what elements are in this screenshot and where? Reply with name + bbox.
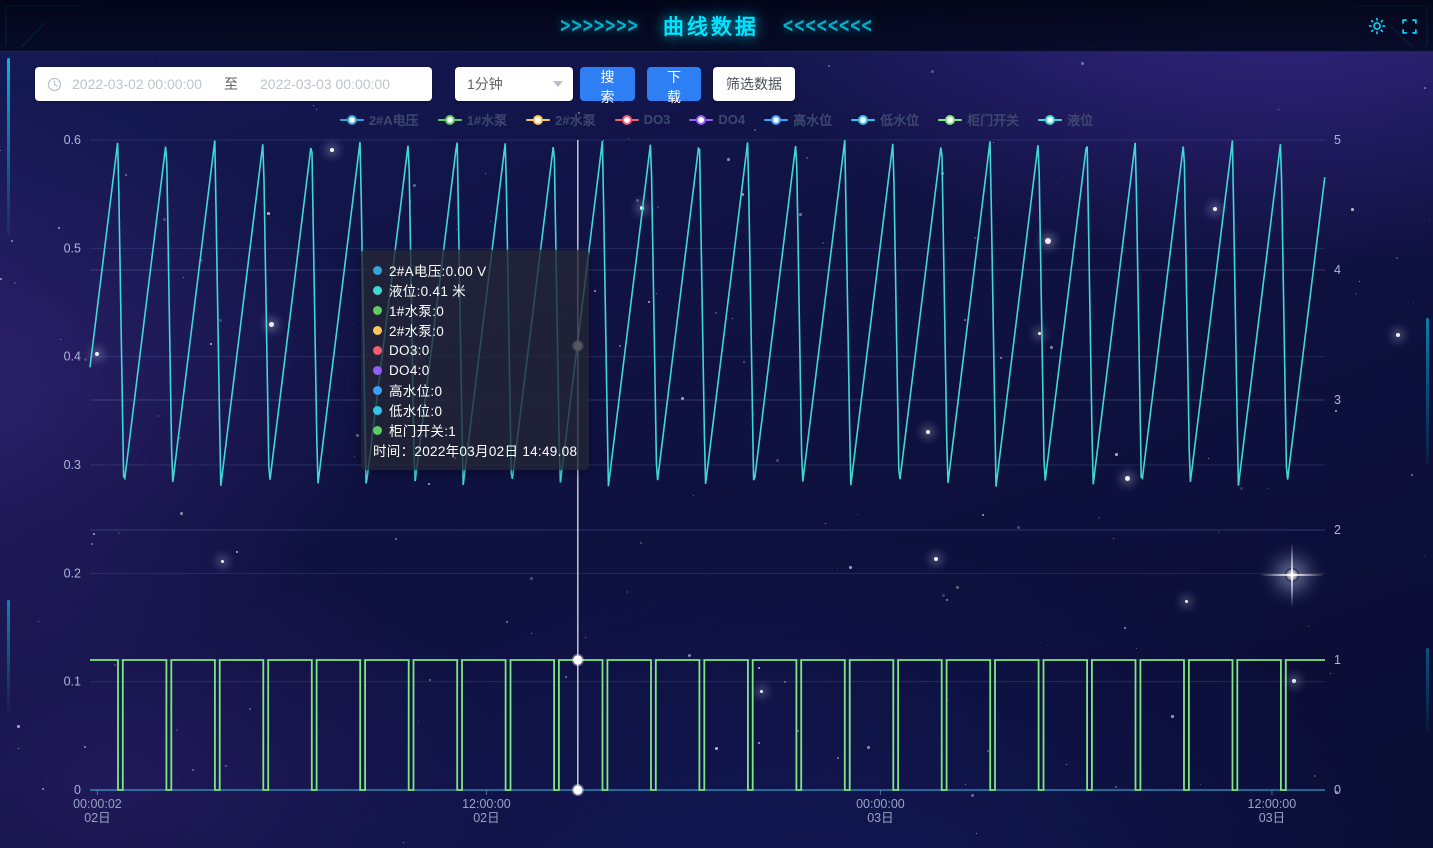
tooltip-row: DO3:0: [373, 340, 577, 360]
series-color-dot: [373, 426, 382, 435]
edge-accent-left-lower: [7, 600, 10, 712]
y-axis-right-label: 0: [1334, 783, 1341, 797]
series-color-dot: [373, 326, 382, 335]
series-line-液位: [90, 140, 1325, 487]
y-axis-right-label: 3: [1334, 393, 1341, 407]
legend-marker-icon: [1038, 115, 1062, 125]
app-root: >>>>>>> 曲线数据 <<<<<<<<: [0, 0, 1433, 848]
legend-label: 2#水泵: [555, 110, 595, 129]
legend-marker-icon: [764, 115, 788, 125]
legend-marker-icon: [438, 115, 462, 125]
legend-label: 液位: [1067, 110, 1093, 129]
legend-label: 2#A电压: [369, 110, 419, 129]
header: >>>>>>> 曲线数据 <<<<<<<<: [0, 0, 1433, 52]
y-axis-left-label: 0.1: [64, 675, 81, 689]
search-button[interactable]: 搜索: [580, 67, 635, 101]
series-color-dot: [373, 306, 382, 315]
tooltip-row: 时间：2022年03月02日 14:49.08: [373, 440, 577, 460]
legend-label: 高水位: [793, 110, 832, 129]
start-datetime-value[interactable]: 2022-03-02 00:00:00: [72, 76, 202, 92]
legend-label: DO3: [644, 112, 671, 127]
chevron-down-icon: [553, 81, 563, 87]
x-axis-date-label: 03日: [867, 811, 893, 825]
chart-legend: 2#A电压 1#水泵 2#水泵 DO3 DO4 高水位 低水位 柜门开关 液位: [0, 110, 1433, 129]
series-color-dot: [373, 386, 382, 395]
series-color-dot: [373, 366, 382, 375]
legend-marker-icon: [689, 115, 713, 125]
tooltip-row: 液位:0.41 米: [373, 280, 577, 300]
y-axis-left-label: 0.6: [64, 133, 81, 147]
legend-label: 柜门开关: [967, 110, 1019, 129]
chart-tooltip: 2#A电压:0.00 V液位:0.41 米1#水泵:02#水泵:0DO3:0DO…: [361, 250, 589, 470]
legend-item-2#水泵[interactable]: 2#水泵: [526, 110, 595, 129]
legend-item-DO3[interactable]: DO3: [615, 112, 671, 127]
edge-accent-right-upper: [1426, 318, 1429, 464]
interval-select[interactable]: 1分钟: [455, 67, 573, 101]
legend-marker-icon: [526, 115, 550, 125]
header-icons: [1367, 0, 1419, 52]
legend-label: 1#水泵: [467, 110, 507, 129]
series-color-dot: [373, 266, 382, 275]
x-axis-time-label: 12:00:00: [462, 797, 511, 811]
interval-select-value: 1分钟: [467, 74, 553, 94]
legend-marker-icon: [340, 115, 364, 125]
legend-marker-icon: [615, 115, 639, 125]
series-line-柜门开关: [90, 660, 1325, 790]
crosshair-point: [573, 785, 582, 794]
legend-item-1#水泵[interactable]: 1#水泵: [438, 110, 507, 129]
y-axis-left-label: 0: [74, 783, 81, 797]
toolbar: 2022-03-02 00:00:00 至 2022-03-03 00:00:0…: [35, 67, 795, 101]
series-color-dot: [373, 286, 382, 295]
x-axis-time-label: 12:00:00: [1248, 797, 1297, 811]
legend-item-液位[interactable]: 液位: [1038, 110, 1093, 129]
y-axis-left-label: 0.5: [64, 241, 81, 255]
y-axis-left-label: 0.2: [64, 566, 81, 580]
y-axis-right-label: 1: [1334, 653, 1341, 667]
x-axis-date-label: 02日: [84, 811, 110, 825]
legend-label: DO4: [718, 112, 745, 127]
series-color-dot: [373, 406, 382, 415]
x-axis-date-label: 02日: [473, 811, 499, 825]
page-title: 曲线数据: [663, 11, 759, 41]
tooltip-row: 高水位:0: [373, 380, 577, 400]
y-axis-right-label: 4: [1334, 263, 1341, 277]
edge-accent-left-upper: [7, 58, 10, 236]
legend-item-柜门开关[interactable]: 柜门开关: [938, 110, 1019, 129]
y-axis-left-label: 0.4: [64, 350, 81, 364]
date-range-picker[interactable]: 2022-03-02 00:00:00 至 2022-03-03 00:00:0…: [35, 67, 432, 101]
title-left-chevrons: >>>>>>>: [560, 13, 639, 39]
legend-label: 低水位: [880, 110, 919, 129]
legend-marker-icon: [938, 115, 962, 125]
x-axis-time-label: 00:00:02: [73, 797, 122, 811]
legend-item-2#A电压[interactable]: 2#A电压: [340, 110, 419, 129]
edge-accent-right-lower: [1426, 648, 1429, 734]
download-button[interactable]: 下载: [647, 67, 701, 101]
legend-item-高水位[interactable]: 高水位: [764, 110, 832, 129]
y-axis-right-label: 5: [1334, 133, 1341, 147]
x-axis-date-label: 03日: [1259, 811, 1285, 825]
range-separator: 至: [224, 74, 238, 94]
star-flare: [1260, 543, 1324, 607]
tooltip-row: 柜门开关:1: [373, 420, 577, 440]
series-color-dot: [373, 346, 382, 355]
clock-icon: [47, 77, 62, 92]
tooltip-row: 2#水泵:0: [373, 320, 577, 340]
tooltip-row: 2#A电压:0.00 V: [373, 260, 577, 280]
tooltip-row: 1#水泵:0: [373, 300, 577, 320]
tooltip-row: DO4:0: [373, 360, 577, 380]
tooltip-row: 低水位:0: [373, 400, 577, 420]
crosshair-point: [573, 655, 582, 664]
y-axis-right-label: 2: [1334, 523, 1341, 537]
settings-icon[interactable]: [1367, 16, 1387, 36]
legend-marker-icon: [851, 115, 875, 125]
x-axis-time-label: 00:00:00: [856, 797, 905, 811]
title-right-chevrons: <<<<<<<<: [783, 13, 873, 39]
y-axis-left-label: 0.3: [64, 458, 81, 472]
end-datetime-value[interactable]: 2022-03-03 00:00:00: [260, 76, 390, 92]
fullscreen-icon[interactable]: [1399, 16, 1419, 36]
filter-data-button[interactable]: 筛选数据: [713, 67, 795, 101]
legend-item-DO4[interactable]: DO4: [689, 112, 745, 127]
legend-item-低水位[interactable]: 低水位: [851, 110, 919, 129]
